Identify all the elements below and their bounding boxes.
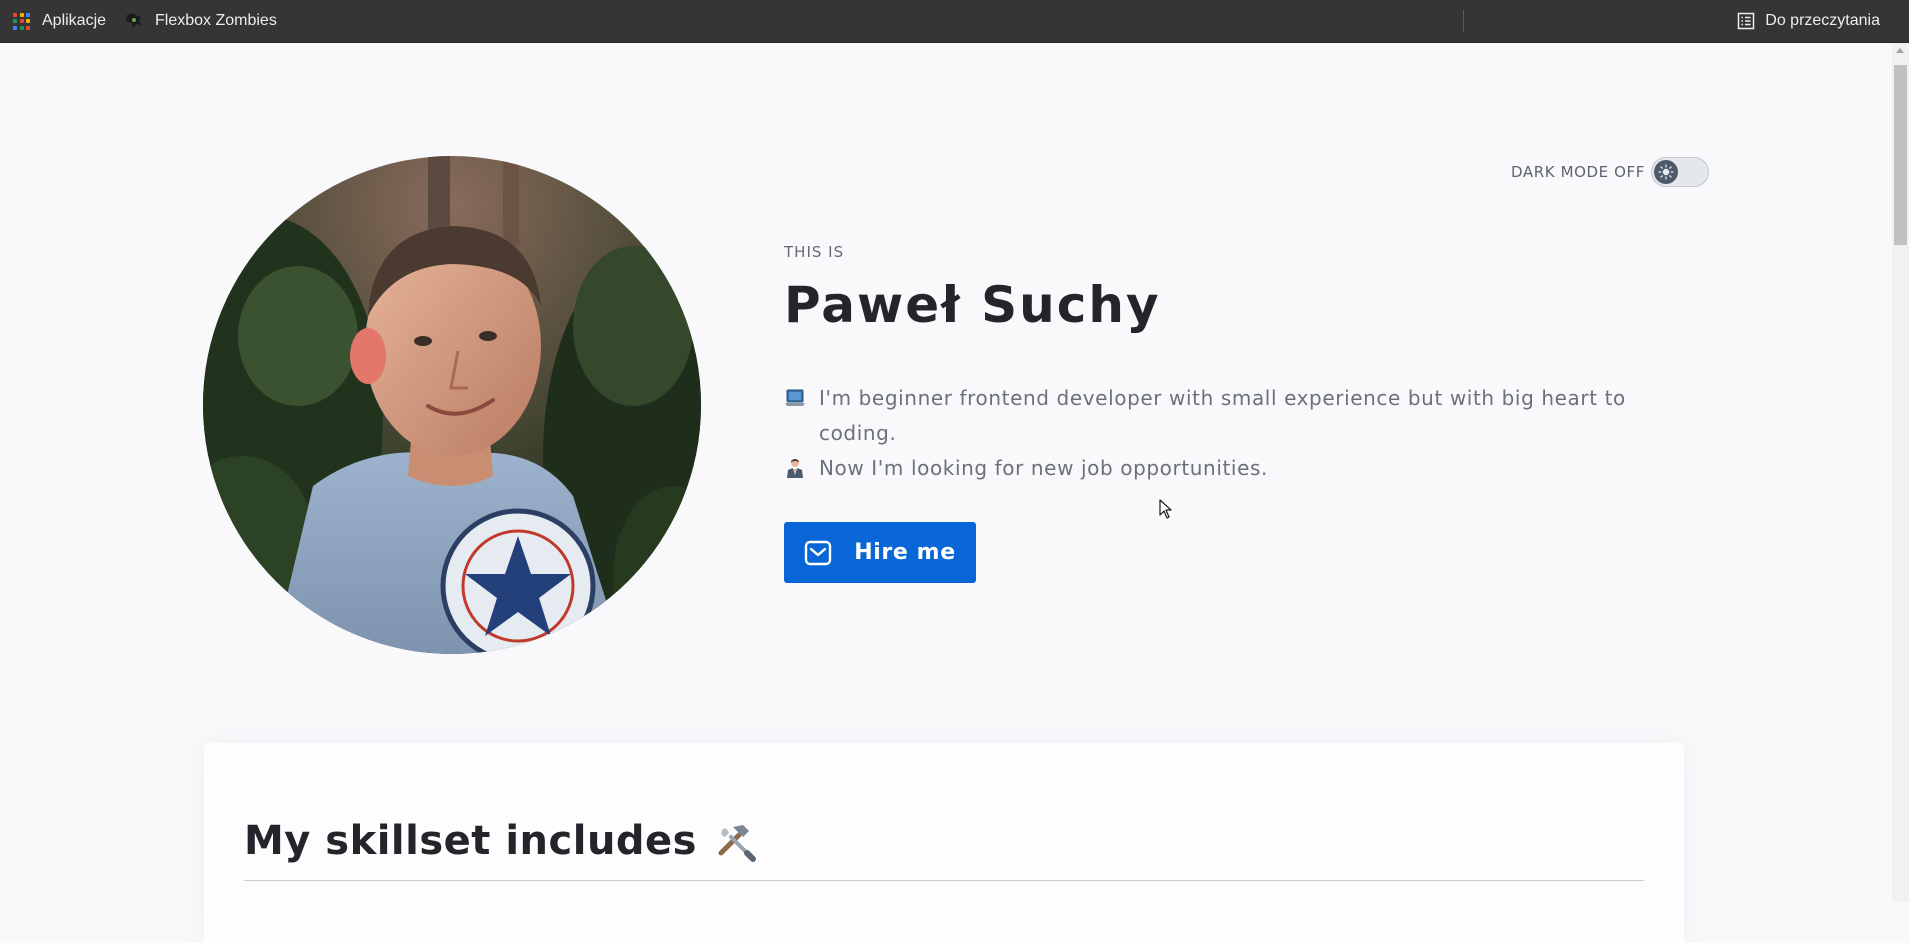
bookmark-flexbox-zombies-label: Flexbox Zombies — [155, 12, 277, 29]
portfolio-page: DARK MODE OFF THIS IS Paweł Suchy I'm be… — [0, 43, 1892, 943]
sun-icon — [1658, 164, 1674, 180]
reading-list-label: Do przeczytania — [1765, 12, 1880, 29]
bookmark-flexbox-zombies[interactable]: Flexbox Zombies — [124, 0, 277, 42]
toggle-track[interactable] — [1650, 157, 1709, 187]
bookmarks-bar: Aplikacje Flexbox Zombies Do przeczytani… — [0, 0, 1909, 43]
zombie-favicon-icon — [126, 13, 142, 29]
tools-icon — [718, 825, 756, 862]
toggle-knob — [1653, 160, 1678, 184]
apps-grid-icon — [13, 12, 30, 30]
hire-me-label: Hire me — [854, 540, 956, 565]
page-scrollbar[interactable] — [1892, 43, 1909, 902]
laptop-emoji-icon — [785, 389, 805, 406]
bio-line-text: Now I'm looking for new job opportunitie… — [819, 456, 1268, 480]
skills-divider — [244, 880, 1644, 881]
bio-line: I'm beginner frontend developer with sma… — [784, 381, 1644, 451]
bio: I'm beginner frontend developer with sma… — [784, 381, 1644, 486]
dark-mode-label: DARK MODE OFF — [1511, 163, 1645, 181]
skills-heading-row: My skillset includes — [244, 818, 757, 864]
bio-line: Now I'm looking for new job opportunitie… — [784, 451, 1644, 486]
skills-card: My skillset includes — [204, 743, 1684, 943]
mail-icon — [805, 540, 832, 565]
reading-list-button[interactable]: Do przeczytania — [1737, 0, 1880, 42]
hire-me-button[interactable]: Hire me — [784, 522, 976, 583]
bookmarks-divider — [1463, 10, 1464, 32]
scrollbar-thumb[interactable] — [1894, 65, 1907, 245]
profile-photo — [203, 156, 701, 654]
bio-line-text: I'm beginner frontend developer with sma… — [819, 386, 1626, 445]
intro-section: THIS IS Paweł Suchy I'm beginner fronten… — [784, 243, 1644, 486]
bookmark-apps[interactable]: Aplikacje — [13, 0, 106, 42]
office-worker-emoji-icon — [787, 459, 803, 478]
skills-heading: My skillset includes — [244, 818, 697, 864]
intro-eyebrow: THIS IS — [784, 243, 845, 261]
reading-list-icon — [1738, 12, 1755, 30]
dark-mode-toggle[interactable]: DARK MODE OFF — [1511, 157, 1709, 187]
scroll-up-arrow-icon[interactable] — [1896, 48, 1904, 53]
bookmark-apps-label: Aplikacje — [42, 12, 107, 29]
page-title-name: Paweł Suchy — [784, 276, 1161, 334]
mouse-cursor-icon — [1159, 499, 1172, 519]
